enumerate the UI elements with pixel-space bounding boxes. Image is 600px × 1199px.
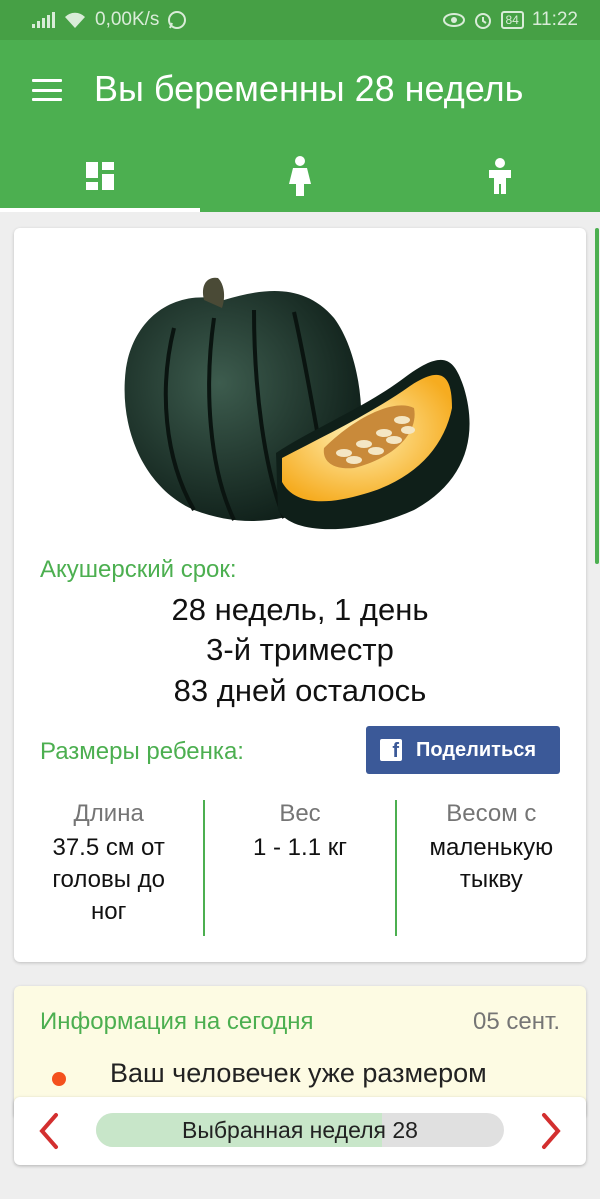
- share-label: Поделиться: [416, 738, 537, 761]
- pregnant-woman-icon: [289, 156, 311, 196]
- length-label: Длина: [73, 800, 144, 827]
- info-text: Ваш человечек уже размером: [110, 1058, 487, 1088]
- page-title: Вы беременны 28 недель: [94, 68, 524, 109]
- battery-icon: 84: [500, 11, 524, 29]
- bullet-icon: [52, 1072, 66, 1086]
- week-progress[interactable]: Выбранная неделя 28: [96, 1113, 504, 1147]
- clock: 11:22: [531, 9, 578, 30]
- status-bar: 0,00K/s 84 11:22: [0, 0, 600, 40]
- wifi-icon: [65, 12, 85, 28]
- selected-week-label: Выбранная неделя 28: [182, 1117, 418, 1143]
- alarm-icon: [474, 13, 491, 29]
- baby-size-label: Размеры ребенка:: [40, 738, 244, 765]
- whatsapp-icon: [168, 11, 187, 29]
- size-length: Длина 37.5 см от головы до ног: [14, 800, 203, 936]
- eye-icon: [442, 13, 465, 27]
- facebook-icon: f: [380, 739, 402, 761]
- pregnancy-card: Акушерский срок: 28 недель, 1 день 3-й т…: [14, 228, 586, 962]
- info-date: 05 сент.: [473, 1008, 560, 1035]
- weight-label: Вес: [279, 800, 321, 827]
- acorn-squash-icon: [124, 277, 470, 530]
- facebook-share-button[interactable]: f Поделиться: [366, 726, 560, 774]
- term-trimester: 3-й триместр: [206, 632, 394, 667]
- compare-value: маленькую тыкву: [429, 834, 554, 893]
- week-selector: Выбранная неделя 28: [14, 1097, 586, 1165]
- size-weight: Вес 1 - 1.1 кг: [205, 800, 394, 936]
- tab-mother[interactable]: [200, 140, 400, 212]
- tab-bar: [0, 140, 600, 212]
- chevron-right-icon[interactable]: [530, 1111, 570, 1151]
- size-compare: Весом с маленькую тыкву: [397, 800, 586, 936]
- baby-sizes: Длина 37.5 см от головы до ног Вес 1 - 1…: [14, 800, 586, 936]
- signal-icon: [32, 12, 55, 28]
- tab-child[interactable]: [400, 140, 600, 212]
- scrollbar[interactable]: [595, 228, 599, 564]
- term-label: Акушерский срок:: [40, 556, 237, 583]
- tab-dashboard[interactable]: [0, 140, 200, 212]
- info-title: Информация на сегодня: [40, 1008, 314, 1035]
- term-days-left: 83 дней осталось: [173, 673, 427, 708]
- menu-icon[interactable]: [32, 79, 62, 101]
- app-bar: Вы беременны 28 недель: [0, 40, 600, 212]
- length-value: 37.5 см от головы до ног: [52, 834, 165, 925]
- weight-value: 1 - 1.1 кг: [253, 834, 347, 861]
- term-weeks: 28 недель, 1 день: [171, 592, 429, 627]
- dashboard-icon: [86, 162, 114, 190]
- chevron-left-icon[interactable]: [30, 1111, 70, 1151]
- network-speed: 0,00K/s: [95, 9, 160, 30]
- compare-label: Весом с: [446, 800, 537, 827]
- child-icon: [489, 158, 511, 194]
